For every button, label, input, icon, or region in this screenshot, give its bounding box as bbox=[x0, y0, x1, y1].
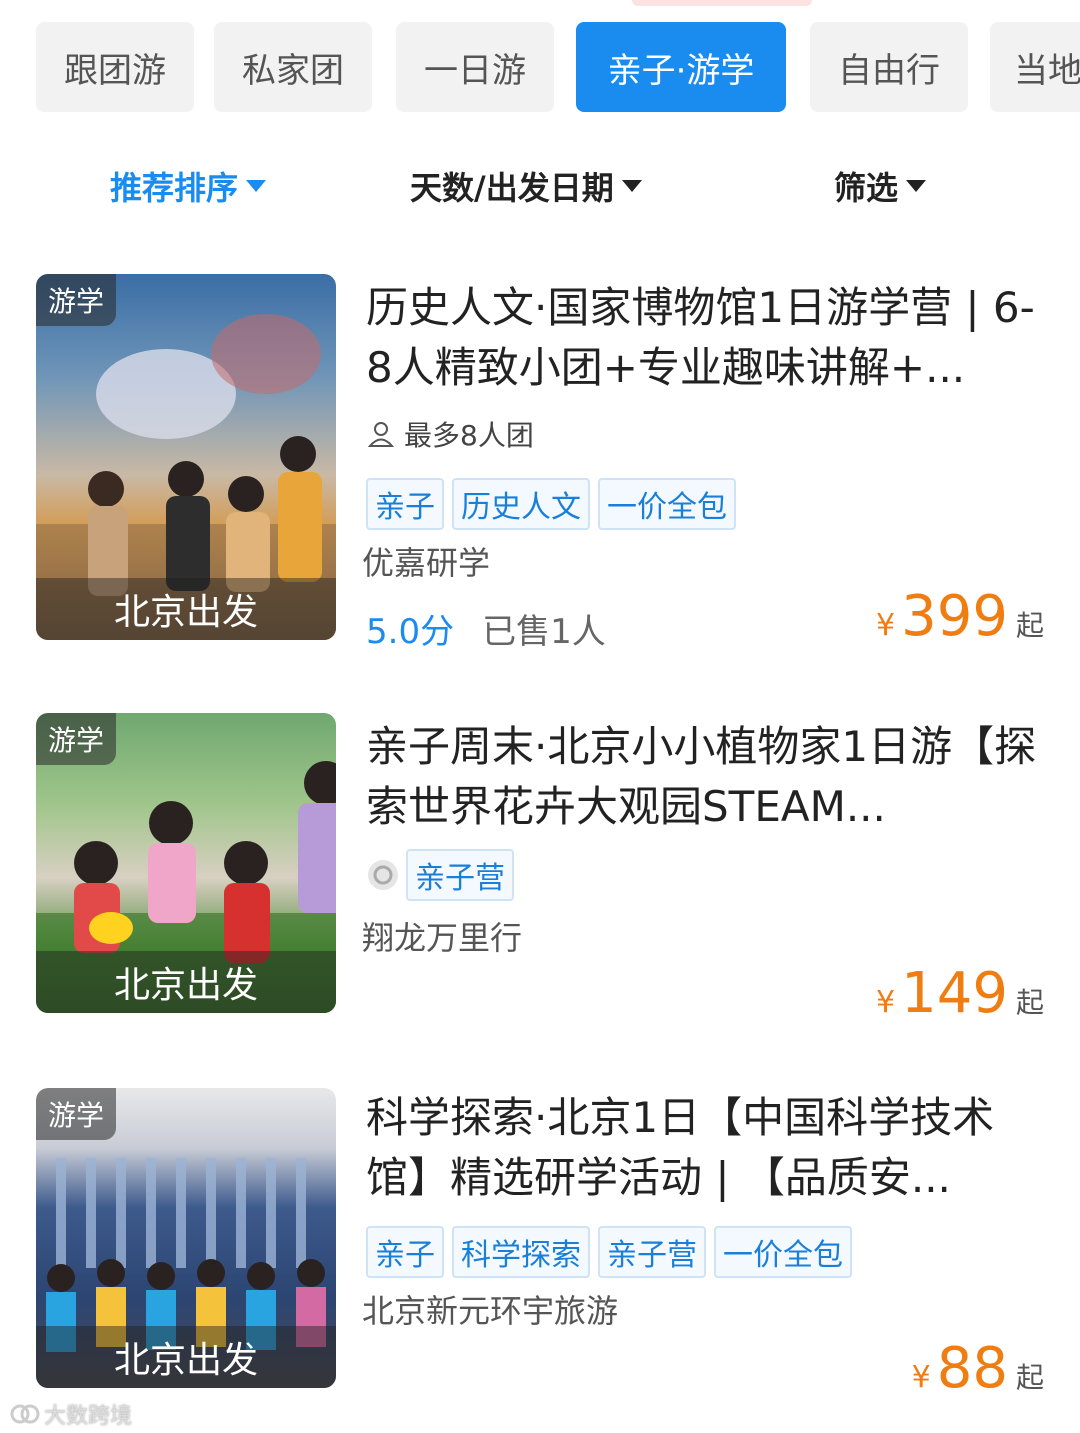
tag-list: 亲子 历史人文 一价全包 bbox=[366, 478, 736, 530]
tag: 一价全包 bbox=[714, 1226, 852, 1278]
price: ¥ 149 起 bbox=[876, 961, 1044, 1026]
tab-family-study[interactable]: 亲子·游学 bbox=[576, 22, 786, 112]
currency-symbol: ¥ bbox=[876, 985, 896, 1020]
tag: 历史人文 bbox=[452, 478, 590, 530]
product-title[interactable]: 历史人文·国家博物馆1日游学营 | 6-8人精致小团+专业趣味讲解+... bbox=[366, 278, 1046, 398]
watermark-logo-icon bbox=[10, 1404, 40, 1424]
caret-down-icon bbox=[246, 180, 267, 192]
product-card[interactable]: 游学 北京出发 亲子周末·北京小小植物家1日游【探索世界花卉大观园STEAM..… bbox=[0, 713, 1080, 1026]
filter-dropdown[interactable]: 筛选 bbox=[834, 150, 927, 222]
price-value: 399 bbox=[901, 584, 1008, 649]
tag: 亲子营 bbox=[406, 849, 514, 901]
price: ¥ 88 起 bbox=[912, 1336, 1044, 1401]
person-icon bbox=[367, 422, 395, 447]
tag: 亲子 bbox=[366, 478, 444, 530]
tag: 亲子营 bbox=[598, 1226, 706, 1278]
sort-days-date-dropdown[interactable]: 天数/出发日期 bbox=[410, 150, 642, 222]
departure-label: 北京出发 bbox=[36, 1326, 336, 1388]
price-suffix: 起 bbox=[1015, 1361, 1044, 1394]
product-card[interactable]: 游学 北京出发 科学探索·北京1日【中国科学技术馆】精选研学活动 | 【品质安.… bbox=[0, 1088, 1080, 1401]
group-size-label: 最多8人团 bbox=[404, 419, 534, 452]
watermark-text: 大数跨境 bbox=[44, 1404, 133, 1429]
group-size: 最多8人团 bbox=[366, 414, 534, 454]
filter-label: 筛选 bbox=[834, 169, 899, 207]
price-value: 88 bbox=[936, 1336, 1008, 1401]
merchant-name: 优嘉研学 bbox=[362, 544, 491, 582]
price-suffix: 起 bbox=[1015, 986, 1044, 1019]
study-badge: 游学 bbox=[36, 274, 117, 326]
tab-day-tour[interactable]: 一日游 bbox=[396, 22, 554, 112]
product-card[interactable]: 游学 北京出发 历史人文·国家博物馆1日游学营 | 6-8人精致小团+专业趣味讲… bbox=[0, 274, 1080, 654]
rating-row: 5.0分 已售1人 bbox=[366, 604, 606, 653]
sort-recommend-dropdown[interactable]: 推荐排序 bbox=[110, 150, 267, 222]
tag: 一价全包 bbox=[598, 478, 736, 530]
study-badge: 游学 bbox=[36, 713, 117, 765]
tab-group-tour[interactable]: 跟团游 bbox=[36, 22, 194, 112]
sort-bar: 推荐排序 天数/出发日期 筛选 bbox=[0, 150, 1080, 222]
departure-label: 北京出发 bbox=[36, 951, 336, 1013]
currency-symbol: ¥ bbox=[911, 1360, 931, 1395]
currency-symbol: ¥ bbox=[876, 608, 896, 643]
tab-private-tour[interactable]: 私家团 bbox=[214, 22, 372, 112]
product-thumbnail[interactable]: 游学 北京出发 bbox=[36, 1088, 336, 1388]
product-thumbnail[interactable]: 游学 北京出发 bbox=[36, 713, 336, 1013]
merchant-logo-icon bbox=[368, 860, 398, 890]
sort-days-date-label: 天数/出发日期 bbox=[410, 169, 614, 207]
price-value: 149 bbox=[901, 961, 1008, 1026]
price: ¥ 399 起 bbox=[876, 584, 1044, 649]
product-title[interactable]: 科学探索·北京1日【中国科学技术馆】精选研学活动 | 【品质安... bbox=[366, 1088, 1046, 1208]
tag-list: 亲子 科学探索 亲子营 一价全包 bbox=[366, 1226, 852, 1278]
product-title[interactable]: 亲子周末·北京小小植物家1日游【探索世界花卉大观园STEAM... bbox=[366, 717, 1046, 837]
tag: 科学探索 bbox=[452, 1226, 590, 1278]
rating-score: 5.0分 bbox=[366, 612, 455, 652]
study-badge: 游学 bbox=[36, 1088, 117, 1140]
product-thumbnail[interactable]: 游学 北京出发 bbox=[36, 274, 336, 640]
caret-down-icon bbox=[906, 180, 927, 192]
sold-count: 已售1人 bbox=[482, 612, 606, 652]
tag-row: 亲子营 bbox=[366, 849, 514, 901]
top-decoration bbox=[632, 0, 812, 6]
category-tabs: 跟团游 私家团 一日游 亲子·游学 自由行 当地 bbox=[0, 0, 1080, 130]
merchant-name: 翔龙万里行 bbox=[362, 919, 523, 957]
merchant-name: 北京新元环宇旅游 bbox=[362, 1292, 619, 1330]
watermark: 大数跨境 bbox=[10, 1398, 132, 1430]
tag: 亲子 bbox=[366, 1226, 444, 1278]
departure-label: 北京出发 bbox=[36, 578, 336, 640]
tab-local[interactable]: 当地 bbox=[990, 22, 1080, 112]
sort-recommend-label: 推荐排序 bbox=[110, 169, 239, 207]
price-suffix: 起 bbox=[1015, 609, 1044, 642]
tab-independent-travel[interactable]: 自由行 bbox=[810, 22, 968, 112]
caret-down-icon bbox=[621, 180, 642, 192]
